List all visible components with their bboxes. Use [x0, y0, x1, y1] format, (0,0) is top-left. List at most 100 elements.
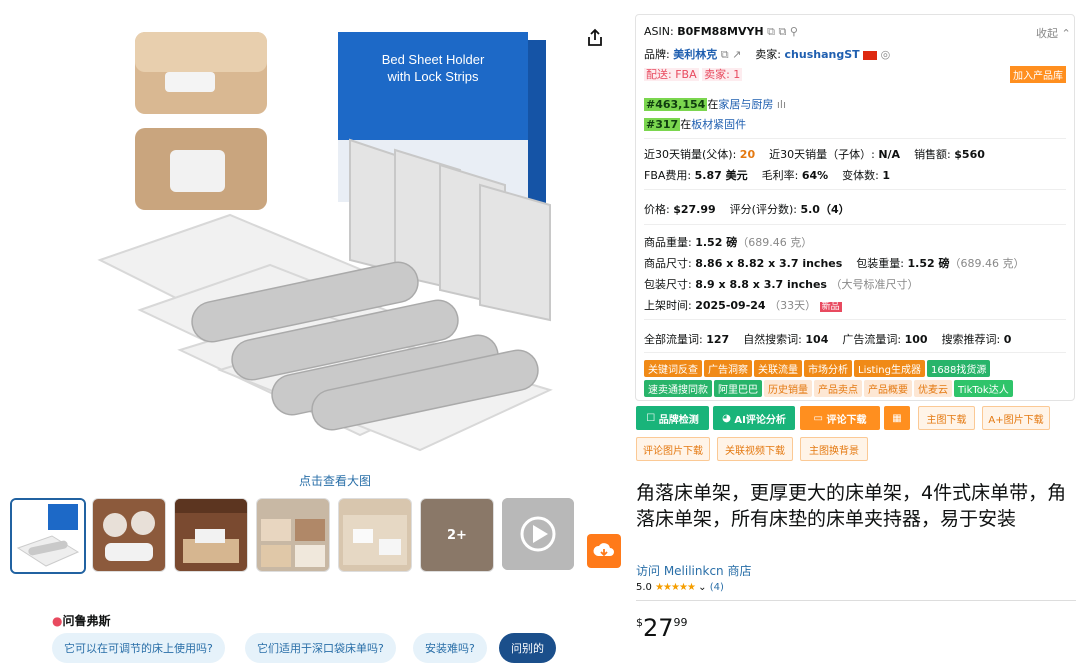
thumbnail-4[interactable]	[256, 498, 330, 572]
rank-main-category[interactable]: 家居与厨房	[718, 98, 773, 111]
brand-link[interactable]: 美利林克	[673, 48, 717, 61]
new-badge: 新品	[819, 302, 842, 312]
calculator-button[interactable]: ▦	[884, 406, 910, 430]
sales30-label: 近30天销量(父体):	[644, 148, 737, 161]
brand-copy-icon[interactable]: ⧉ ↗	[721, 48, 742, 61]
video-thumbnail[interactable]: 视频	[502, 498, 574, 570]
tag-ad-insight[interactable]: 广告洞察	[704, 360, 752, 377]
organic-value: 104	[805, 333, 829, 346]
ai-icon: ◕	[722, 412, 735, 424]
tag-1688-source[interactable]: 1688找货源	[926, 360, 991, 377]
collapse-toggle[interactable]: 收起 ⌃	[1036, 25, 1071, 41]
tag-youmaiyun[interactable]: 优麦云	[914, 380, 952, 397]
pkg-weight-grams: （689.46 克）	[949, 257, 1025, 270]
rank-sub-in: 在	[680, 118, 692, 131]
seller-link[interactable]: chushangST	[785, 48, 860, 61]
thumbnail-more[interactable]: 2+	[420, 498, 494, 572]
pkg-size-std: （大号标准尺寸）	[830, 278, 919, 291]
thumbnail-5[interactable]	[338, 498, 412, 572]
listed-label: 上架时间:	[644, 299, 692, 312]
main-product-image[interactable]: Bed Sheet Holder with Lock Strips	[80, 20, 590, 460]
rank-sub: #317	[644, 118, 681, 131]
rufus-question-3[interactable]: 安装难吗?	[413, 633, 487, 663]
price-value: $27.99	[673, 203, 716, 216]
tag-history-sales[interactable]: 历史销量	[764, 380, 812, 397]
chart-icon[interactable]: ılı	[777, 98, 786, 111]
tag-alibaba[interactable]: 阿里巴巴	[714, 380, 762, 397]
price-label: 价格:	[644, 203, 670, 216]
rating-number: 5.0	[636, 582, 652, 593]
star-rating-icon: ★★★★★	[655, 582, 696, 593]
rufus-title: ●问鲁弗斯	[52, 614, 111, 628]
thumbnail-1[interactable]	[10, 498, 86, 574]
thumbnail-2[interactable]	[92, 498, 166, 572]
aplus-image-download-button[interactable]: A+图片下载	[982, 406, 1050, 430]
asin-label: ASIN:	[644, 25, 674, 38]
fba-label: FBA费用:	[644, 169, 692, 182]
sales30-child-label: 近30天销量（子体）:	[769, 148, 875, 161]
brand-check-button[interactable]: ☐ 品牌检测	[636, 406, 709, 430]
add-to-library-button[interactable]: 加入产品库	[1010, 66, 1066, 83]
weight-label: 商品重量:	[644, 236, 692, 249]
seller-count-badge: 卖家: 1	[702, 68, 743, 81]
margin-value: 64%	[801, 169, 829, 182]
sales30-value: 20	[739, 148, 756, 161]
box-text-2: with Lock Strips	[386, 69, 479, 84]
more-count: 2+	[447, 527, 467, 543]
product-title: 角落床单架，更厚更大的床单架，4件式床单带，角落床单架，所有床垫的床单夹持器，易…	[636, 482, 1067, 530]
size-label: 商品尺寸:	[644, 257, 692, 270]
seller-tool-panel: ASIN: B0FM88MVYH ⧉ ⧉ ⚲ 收起 ⌃ 品牌: 美利林克 ⧉ ↗…	[635, 14, 1075, 401]
rufus-question-2[interactable]: 它们适用于深口袋床单吗?	[245, 633, 396, 663]
weight-value: 1.52 磅	[695, 236, 738, 249]
tag-market-analysis[interactable]: 市场分析	[804, 360, 852, 377]
rank-sub-category[interactable]: 板材紧固件	[691, 118, 746, 131]
pkg-size-label: 包装尺寸:	[644, 278, 692, 291]
ad-label: 广告流量词:	[842, 333, 902, 346]
china-flag-icon	[863, 50, 878, 60]
tag-tiktok[interactable]: TikTok达人	[954, 380, 1013, 397]
tag-keyword-reverse[interactable]: 关键词反查	[644, 360, 702, 377]
price-whole: 27	[643, 614, 674, 642]
review-image-download-button[interactable]: 评论图片下载	[636, 437, 710, 461]
size-value: 8.86 x 8.82 x 3.7 inches	[695, 257, 843, 270]
thumbnail-3[interactable]	[174, 498, 248, 572]
ai-review-button[interactable]: ◕ AI评论分析	[713, 406, 795, 430]
tag-related-traffic[interactable]: 关联流量	[754, 360, 802, 377]
recommend-label: 搜索推荐词:	[941, 333, 1001, 346]
rating-label: 评分(评分数):	[729, 203, 797, 216]
related-video-download-button[interactable]: 关联视频下载	[717, 437, 793, 461]
variants-label: 变体数:	[842, 169, 879, 182]
listed-days: （33天）	[769, 299, 817, 312]
shipping-badge: 配送: FBA	[644, 68, 699, 81]
chevron-down-icon[interactable]: ⌄	[698, 582, 706, 593]
store-link[interactable]: 访问 Melilinkcn 商店	[636, 562, 751, 579]
listed-date: 2025-09-24	[695, 299, 766, 312]
pkg-weight-label: 包装重量:	[856, 257, 905, 270]
rank-main: #463,154	[644, 98, 708, 111]
tag-selling-points[interactable]: 产品卖点	[814, 380, 862, 397]
recommend-value: 0	[1003, 333, 1012, 346]
organic-label: 自然搜索词:	[743, 333, 802, 346]
pkg-weight-value: 1.52 磅	[907, 257, 950, 270]
variants-value: 1	[882, 169, 891, 182]
review-download-button[interactable]: ▭ 评论下载	[800, 406, 880, 430]
rufus-ask-other[interactable]: 问别的	[499, 633, 556, 663]
tag-listing-generator[interactable]: Listing生成器	[854, 360, 925, 377]
review-count[interactable]: (4)	[710, 582, 724, 593]
checkbox-icon: ☐	[646, 412, 659, 424]
brand-label: 品牌:	[644, 48, 670, 61]
tag-aliexpress[interactable]: 速卖通搜同款	[644, 380, 712, 397]
main-image-download-button[interactable]: 主图下载	[918, 406, 975, 430]
share-icon[interactable]	[585, 28, 605, 48]
copy-icon[interactable]: ⧉ ⧉ ⚲	[767, 25, 798, 38]
cloud-download-icon	[593, 543, 614, 557]
rufus-question-1[interactable]: 它可以在可调节的床上使用吗?	[52, 633, 225, 663]
revenue-label: 销售额:	[914, 148, 951, 161]
traffic-total: 127	[706, 333, 730, 346]
product-price: $2799	[636, 614, 688, 642]
view-large-image-link[interactable]: 点击查看大图	[0, 472, 670, 489]
change-background-button[interactable]: 主图换背景	[800, 437, 868, 461]
cloud-download-button[interactable]	[587, 534, 621, 568]
rating-summary[interactable]: 5.0 ★★★★★ ⌄ (4)	[636, 582, 724, 593]
tag-summary[interactable]: 产品概要	[864, 380, 912, 397]
